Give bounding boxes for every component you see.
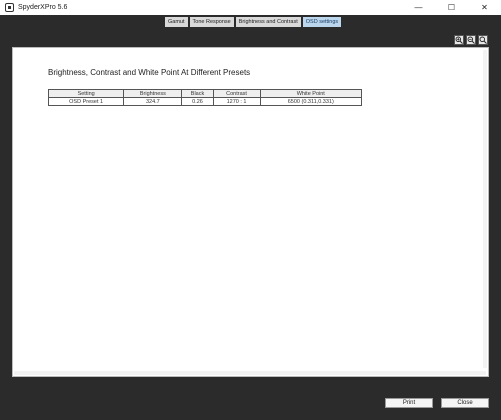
close-button[interactable]: Close [441,398,489,408]
zoom-fit-icon [479,36,487,44]
column-header-contrast: Contrast [212,89,261,98]
zoom-in-icon [455,36,463,44]
horizontal-scrollbar[interactable] [14,371,486,375]
minimize-button[interactable]: — [402,0,435,15]
cell-black: 0.26 [181,97,214,106]
maximize-button[interactable]: ☐ [435,0,468,15]
cell-brightness: 324.7 [123,97,183,106]
column-header-brightness: Brightness [123,89,183,98]
print-button[interactable]: Print [385,398,433,408]
zoom-out-button[interactable] [466,35,476,45]
presets-table: Setting Brightness Black Contrast White … [47,89,363,106]
vertical-scrollbar[interactable] [483,50,487,368]
cell-white-point: 6500 (0.311,0.331) [259,97,363,106]
table-header-row: Setting Brightness Black Contrast White … [47,89,363,98]
tab-gamut[interactable]: Gamut [165,17,188,27]
zoom-out-icon [467,36,475,44]
zoom-toolbar [454,35,488,45]
zoom-fit-button[interactable] [478,35,488,45]
report-title: Brightness, Contrast and White Point At … [48,68,251,77]
window-title: SpyderXPro 5.6 [18,4,68,11]
tab-brightness-contrast[interactable]: Brightness and Contrast [235,17,301,27]
window-controls: — ☐ ✕ [402,0,501,15]
column-header-setting: Setting [47,89,125,98]
app-icon [5,3,14,12]
column-header-white-point: White Point [259,89,363,98]
close-window-button[interactable]: ✕ [468,0,501,15]
report-page: Brightness, Contrast and White Point At … [12,47,489,377]
cell-setting: OSD Preset 1 [47,97,125,106]
title-bar: SpyderXPro 5.6 — ☐ ✕ [0,0,501,15]
tab-tone-response[interactable]: Tone Response [189,17,234,27]
zoom-in-button[interactable] [454,35,464,45]
report-tabs: Gamut Tone Response Brightness and Contr… [165,17,342,27]
column-header-black: Black [181,89,214,98]
cell-contrast: 1270 : 1 [212,97,261,106]
table-row: OSD Preset 1 324.7 0.26 1270 : 1 6500 (0… [47,97,363,106]
tab-osd-settings[interactable]: OSD settings [302,17,342,27]
